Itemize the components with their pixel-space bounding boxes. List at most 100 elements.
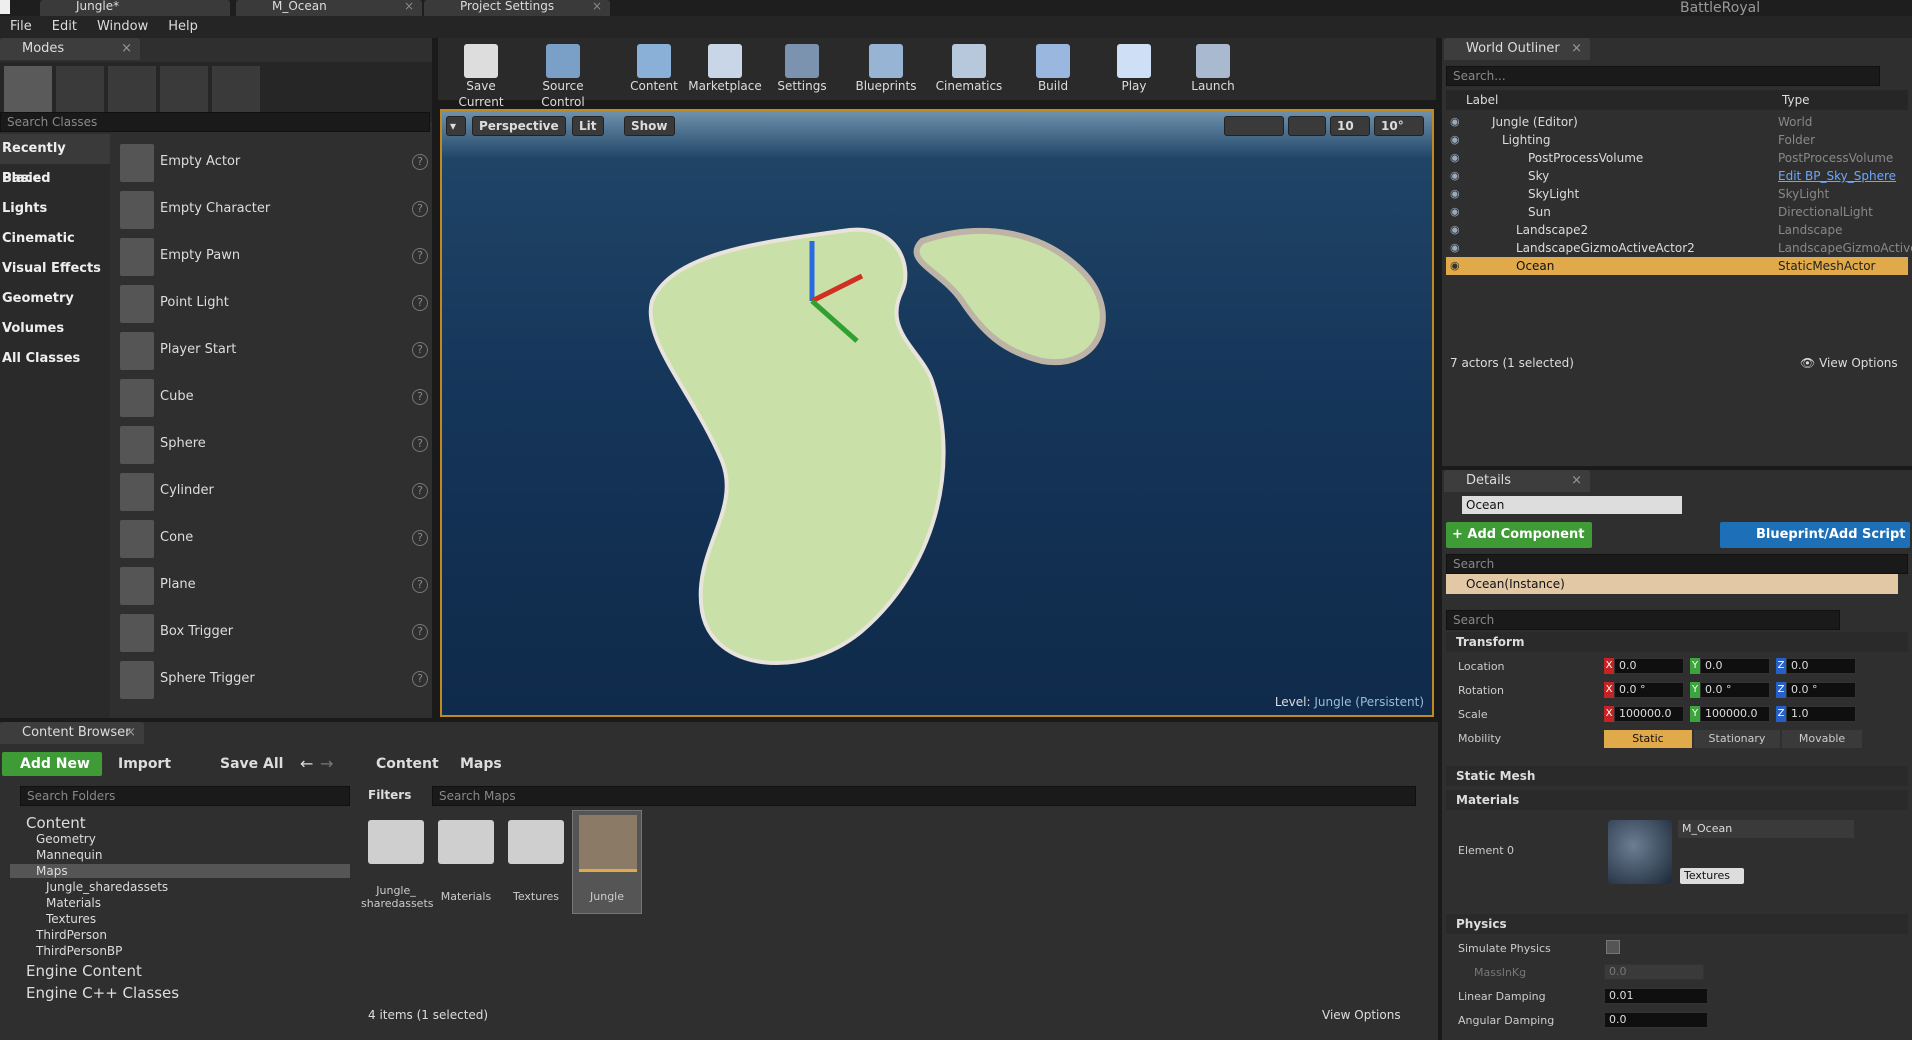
filters-button[interactable]: Filters (368, 788, 411, 802)
close-icon[interactable]: × (1571, 470, 1582, 492)
content-button[interactable]: Content (622, 38, 686, 98)
eye-icon[interactable]: ◉ (1450, 131, 1460, 149)
eye-icon[interactable]: ◉ (1450, 185, 1460, 203)
folder-icon[interactable] (438, 820, 494, 864)
tab-modes[interactable]: Modes × (0, 38, 140, 60)
materials-section-header[interactable]: Materials (1446, 790, 1908, 810)
help-icon[interactable]: ? (412, 389, 428, 405)
settings-button[interactable]: Settings (768, 38, 836, 98)
foliage-mode-icon[interactable] (160, 66, 208, 114)
outliner-row[interactable]: ◉ PostProcessVolume PostProcessVolume (1446, 149, 1908, 167)
eye-icon[interactable]: ◉ (1450, 203, 1460, 221)
close-icon[interactable]: × (592, 0, 602, 12)
help-icon[interactable]: ? (412, 248, 428, 264)
rotation-x-field[interactable]: 0.0 ° (1614, 682, 1684, 698)
tab-world-outliner[interactable]: World Outliner × (1444, 38, 1590, 60)
eye-icon[interactable]: ◉ (1450, 239, 1460, 257)
tree-thirdperson[interactable]: ThirdPerson (36, 928, 107, 942)
category-cinematic[interactable]: Cinematic (0, 224, 110, 254)
list-item[interactable]: Point Light? (118, 281, 428, 328)
grid-snap-button[interactable]: 10 (1330, 116, 1370, 136)
list-item[interactable]: Player Start? (118, 328, 428, 375)
outliner-row[interactable]: ◉ Sun DirectionalLight (1446, 203, 1908, 221)
category-volumes[interactable]: Volumes (0, 314, 110, 344)
breadcrumb-content[interactable]: Content (376, 756, 439, 772)
help-icon[interactable]: ? (412, 671, 428, 687)
save-all-button[interactable]: Save All (220, 756, 283, 772)
component-ocean-instance[interactable]: Ocean(Instance) (1446, 574, 1898, 594)
outliner-row[interactable]: ◉ Jungle (Editor) World (1446, 113, 1908, 131)
view-options-button[interactable]: 👁 View Options (1800, 356, 1898, 370)
help-icon[interactable]: ? (412, 154, 428, 170)
menu-edit[interactable]: Edit (42, 16, 87, 38)
search-classes-input[interactable]: Search Classes (0, 112, 430, 132)
list-item[interactable]: Sphere? (118, 422, 428, 469)
show-button[interactable]: Show (624, 116, 675, 136)
build-button[interactable]: Build (1018, 38, 1088, 98)
material-dropdown[interactable]: M_Ocean (1678, 820, 1854, 838)
tree-jungle-sharedassets[interactable]: Jungle_sharedassets (46, 880, 168, 894)
folder-icon[interactable] (368, 820, 424, 864)
geometry-mode-icon[interactable] (212, 66, 260, 114)
list-item[interactable]: Cone? (118, 516, 428, 563)
rotation-y-field[interactable]: 0.0 ° (1700, 682, 1770, 698)
tree-mannequin[interactable]: Mannequin (36, 848, 102, 862)
search-maps-input[interactable]: Search Maps (432, 786, 1416, 806)
cb-view-options-button[interactable]: View Options (1322, 1008, 1401, 1022)
marketplace-button[interactable]: Marketplace (688, 38, 762, 98)
help-icon[interactable]: ? (412, 295, 428, 311)
location-x-field[interactable]: 0.0 (1614, 658, 1684, 674)
transform-section-header[interactable]: Transform (1446, 632, 1908, 652)
list-item[interactable]: Box Trigger? (118, 610, 428, 657)
transform-tools[interactable] (1224, 116, 1284, 136)
location-z-field[interactable]: 0.0 (1786, 658, 1856, 674)
tree-textures[interactable]: Textures (46, 912, 96, 926)
close-icon[interactable]: × (125, 722, 136, 744)
angular-damping-field[interactable]: 0.0 (1604, 1012, 1708, 1028)
outliner-row[interactable]: ◉ Lighting Folder (1446, 131, 1908, 149)
tree-materials[interactable]: Materials (46, 896, 101, 910)
outliner-row-selected[interactable]: ◉ Ocean StaticMeshActor (1446, 257, 1908, 275)
help-icon[interactable]: ? (412, 577, 428, 593)
paint-mode-icon[interactable] (56, 66, 104, 114)
save-current-button[interactable]: Save Current (442, 38, 520, 109)
simulate-physics-checkbox[interactable] (1606, 940, 1620, 954)
list-item[interactable]: Plane? (118, 563, 428, 610)
close-icon[interactable]: × (121, 38, 132, 60)
help-icon[interactable]: ? (412, 436, 428, 452)
outliner-search-input[interactable]: Search... (1446, 66, 1880, 86)
scale-x-field[interactable]: 100000.0 (1614, 706, 1684, 722)
menu-help[interactable]: Help (158, 16, 208, 38)
rotation-label[interactable]: Rotation (1458, 684, 1504, 697)
tab-project-settings[interactable]: Project Settings × (424, 0, 610, 16)
list-item[interactable]: Empty Character? (118, 187, 428, 234)
outliner-row[interactable]: ◉ Sky Edit BP_Sky_Sphere (1446, 167, 1908, 185)
menu-file[interactable]: File (0, 16, 42, 38)
column-label[interactable]: Label (1466, 90, 1498, 110)
list-item[interactable]: Empty Actor? (118, 140, 428, 187)
tab-content-browser[interactable]: Content Browser × (0, 722, 144, 744)
tree-maps[interactable]: Maps (10, 864, 350, 878)
cinematics-button[interactable]: Cinematics (928, 38, 1010, 98)
scale-label[interactable]: Scale (1458, 708, 1488, 721)
search-folders-input[interactable]: Search Folders (20, 786, 350, 806)
eye-icon[interactable]: ◉ (1450, 149, 1460, 167)
mobility-static-button[interactable]: Static (1604, 730, 1692, 748)
perspective-button[interactable]: Perspective (472, 116, 566, 136)
material-thumbnail[interactable] (1608, 820, 1672, 884)
blueprints-button[interactable]: Blueprints (846, 38, 926, 98)
breadcrumb-maps[interactable]: Maps (460, 756, 502, 772)
eye-icon[interactable]: ◉ (1450, 167, 1460, 185)
tab-m-ocean[interactable]: M_Ocean × (236, 0, 422, 16)
tab-jungle[interactable]: Jungle* (40, 0, 230, 16)
eye-icon[interactable]: ◉ (1450, 221, 1460, 239)
physics-section-header[interactable]: Physics (1446, 914, 1908, 934)
lit-button[interactable]: Lit (572, 116, 604, 136)
tree-content[interactable]: Content (26, 814, 86, 832)
scale-z-field[interactable]: 1.0 (1786, 706, 1856, 722)
category-geometry[interactable]: Geometry (0, 284, 110, 314)
eye-icon[interactable]: ◉ (1450, 257, 1460, 275)
close-icon[interactable]: × (1571, 38, 1582, 60)
help-icon[interactable]: ? (412, 483, 428, 499)
folder-icon[interactable] (508, 820, 564, 864)
